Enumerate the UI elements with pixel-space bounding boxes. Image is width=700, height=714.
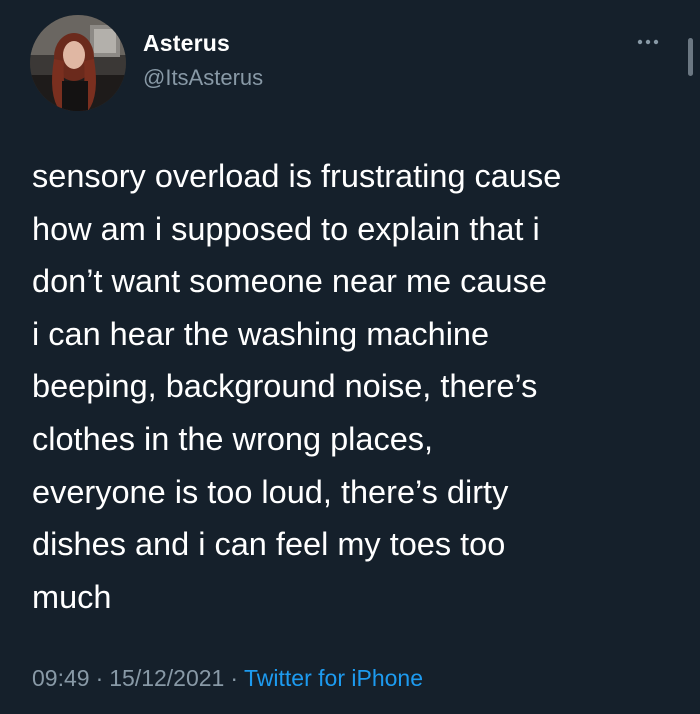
more-options-icon (637, 39, 659, 45)
tweet-date[interactable]: 15/12/2021 (109, 665, 224, 691)
tweet-text-line: don’t want someone near me cause (32, 263, 547, 300)
meta-separator: · (95, 665, 104, 691)
scrollbar[interactable] (688, 38, 693, 76)
tweet-card: Asterus @ItsAsterus sensory overload is … (0, 0, 700, 714)
tweet-text-line: beeping, background noise, there’s (32, 368, 538, 405)
tweet-text-line: sensory overload is frustrating cause (32, 158, 562, 194)
tweet-source-link[interactable]: Twitter for iPhone (244, 665, 423, 691)
tweet-text-line: dishes and i can feel my toes too (32, 526, 506, 563)
tweet-meta: 09:49 · 15/12/2021 · Twitter for iPhone (32, 665, 423, 692)
author-handle[interactable]: @ItsAsterus (143, 65, 263, 91)
more-options-button[interactable] (632, 30, 664, 54)
meta-separator: · (230, 665, 239, 691)
tweet-text-line: how am i supposed to explain that i (32, 210, 540, 247)
tweet-text-line: clothes in the wrong places, (32, 420, 434, 457)
tweet-time[interactable]: 09:49 (32, 665, 90, 691)
avatar[interactable] (30, 15, 126, 111)
tweet-text-line: everyone is too loud, there’s dirty (32, 473, 509, 510)
tweet-text-line: i can hear the washing machine (32, 315, 490, 352)
tweet-text: sensory overload is frustrating cause ho… (32, 150, 692, 623)
author-name[interactable]: Asterus (143, 30, 230, 57)
tweet-text-line: much (32, 578, 112, 615)
profile-photo-icon (30, 15, 126, 111)
